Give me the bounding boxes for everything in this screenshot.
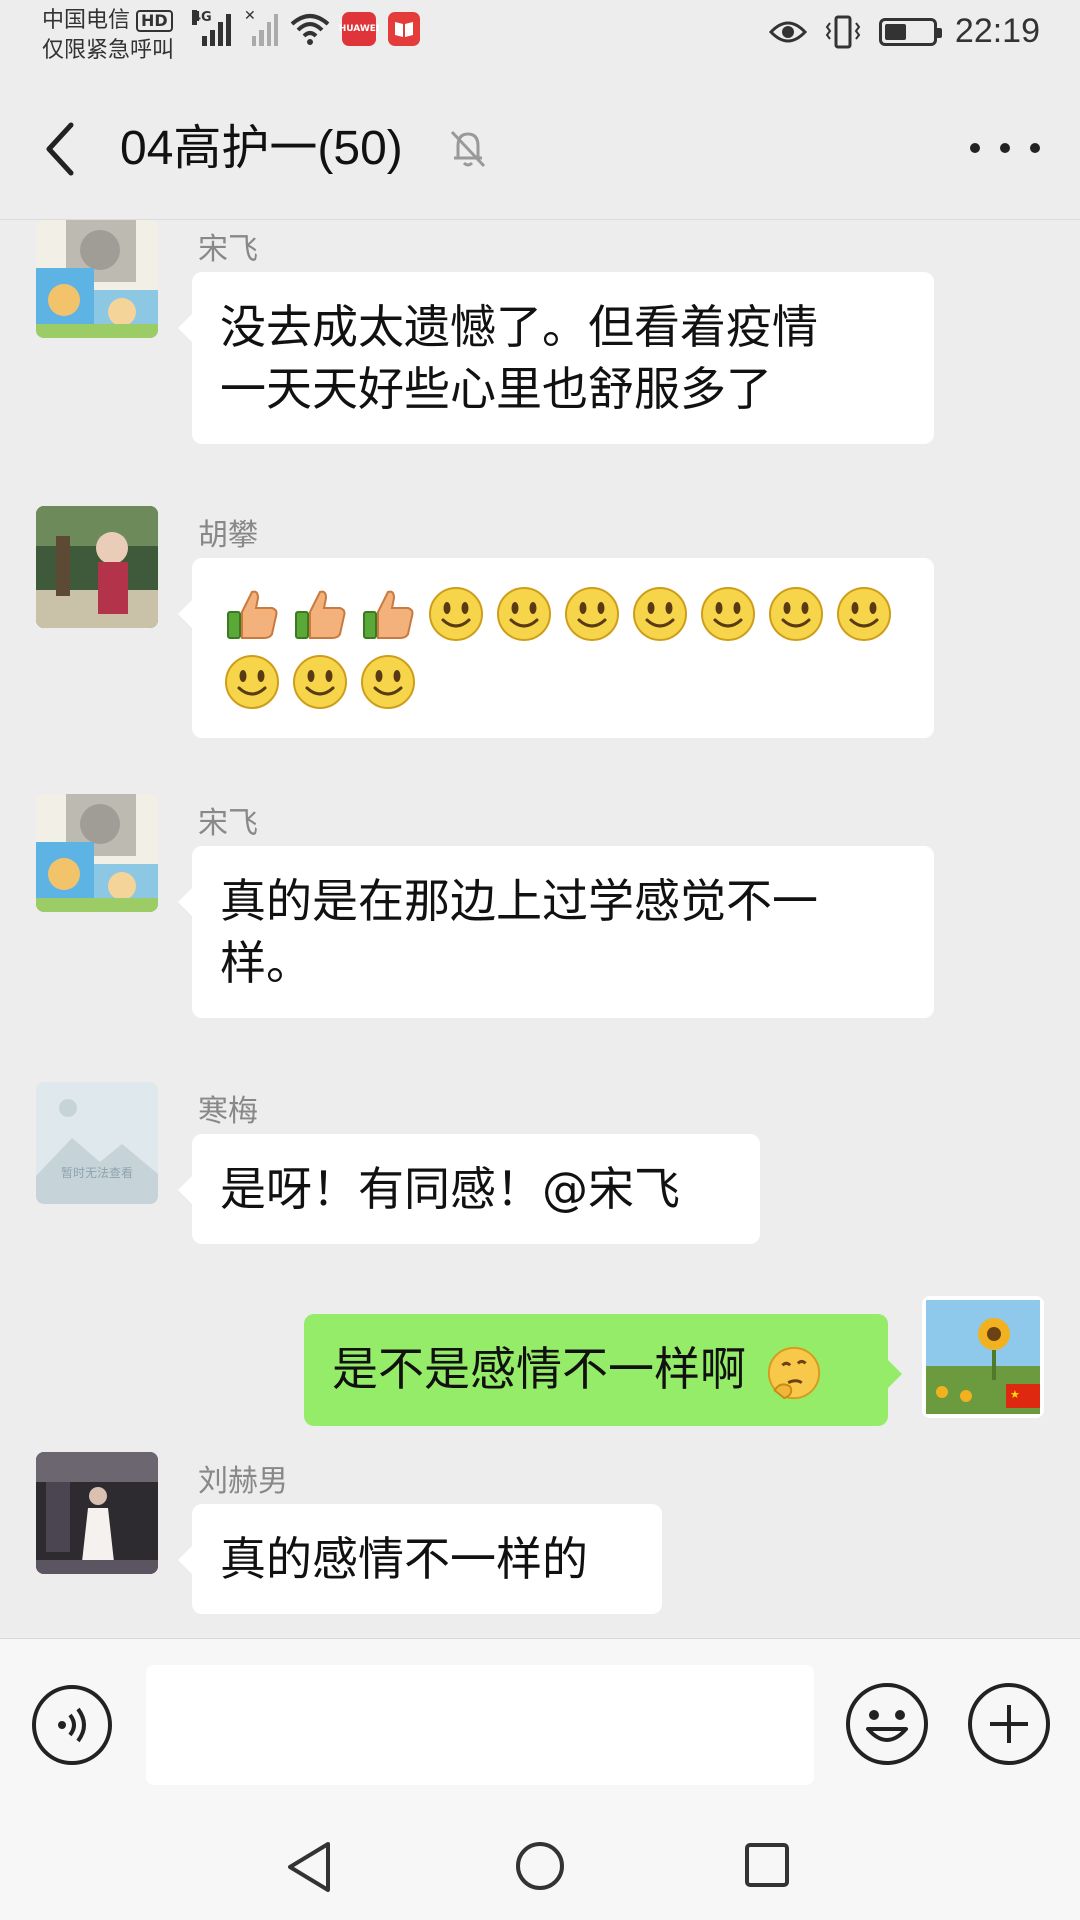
eye-comfort-icon xyxy=(768,21,807,42)
carrier-block: 中国电信 HD 仅限紧急呼叫 xyxy=(42,6,192,66)
signal-4g-icon: 4G xyxy=(192,10,232,46)
battery-icon xyxy=(878,17,942,46)
nav-home-icon[interactable] xyxy=(514,1840,566,1892)
wifi-icon xyxy=(290,14,330,45)
smile-face-icon xyxy=(429,587,483,641)
message-list[interactable]: 宋飞 没去成太遗憾了。但看着疫情 一天天好些心里也舒服多了 胡攀 宋飞 真的是在… xyxy=(0,220,1080,1638)
smile-face-icon xyxy=(293,655,347,709)
smile-face-icon xyxy=(225,655,279,709)
smile-face-icon xyxy=(633,587,687,641)
avatar-self[interactable]: ★ xyxy=(922,1296,1044,1418)
smile-face-icon xyxy=(361,655,415,709)
message-text-line: 一天天好些心里也舒服多了 xyxy=(220,362,772,416)
more-dot xyxy=(1000,143,1010,153)
message-text-line: 样。 xyxy=(220,936,312,990)
emergency-call-label: 仅限紧急呼叫 xyxy=(42,38,175,63)
input-bar xyxy=(0,1638,1080,1810)
huawei-app-icon: HUAWEI xyxy=(339,12,379,46)
mute-bell-icon xyxy=(450,130,486,168)
back-chevron-icon xyxy=(46,122,74,176)
status-left-icons: 4G ✕ HUAWEI xyxy=(192,8,420,46)
avatar[interactable] xyxy=(36,1452,158,1574)
message-text: 真的感情不一样的 xyxy=(220,1532,588,1586)
chat-header: 04高护一(50) xyxy=(0,74,1080,220)
message-text-line: 没去成太遗憾了。但看着疫情 xyxy=(220,300,818,354)
sender-name: 宋飞 xyxy=(198,806,258,841)
reader-app-icon xyxy=(388,12,420,46)
voice-icon[interactable] xyxy=(30,1683,114,1767)
avatar[interactable] xyxy=(36,506,158,628)
thumbs-up-icon xyxy=(363,590,414,639)
vibrate-icon xyxy=(825,15,861,48)
clock: 22:19 xyxy=(954,12,1040,50)
message-bubble[interactable] xyxy=(178,558,934,738)
avatar[interactable] xyxy=(36,794,158,912)
more-options-button[interactable] xyxy=(970,124,1040,172)
thinking-face-icon xyxy=(767,1346,820,1399)
message-input[interactable] xyxy=(146,1665,814,1785)
sender-name: 寒梅 xyxy=(198,1094,258,1129)
network-type-label: 4G xyxy=(192,10,212,25)
smile-face-icon xyxy=(837,587,891,641)
smile-face-icon xyxy=(701,587,755,641)
nav-back-icon[interactable] xyxy=(284,1840,334,1894)
message-bubble[interactable]: 真的是在那边上过学感觉不一 样。 xyxy=(178,846,934,1018)
hd-badge: HD xyxy=(136,10,173,32)
message-bubble[interactable]: 真的感情不一样的 xyxy=(178,1504,662,1614)
carrier-name: 中国电信 xyxy=(42,8,131,33)
sender-name: 宋飞 xyxy=(198,232,258,267)
message-text: 是呀！有同感！@宋飞 xyxy=(220,1162,680,1216)
message-bubble-self[interactable]: 是不是感情不一样啊 xyxy=(304,1314,902,1426)
status-right-icons: 22:19 xyxy=(768,12,1040,51)
back-button[interactable] xyxy=(30,114,90,184)
smile-face-icon xyxy=(497,587,551,641)
emoji-row xyxy=(222,584,912,712)
sender-name: 刘赫男 xyxy=(198,1464,288,1499)
signal-no-service-icon: ✕ xyxy=(244,8,278,46)
status-bar: 中国电信 HD 仅限紧急呼叫 4G ✕ HUAWEI 22:19 xyxy=(0,0,1080,74)
avatar-placeholder-text: 暂时无法查看 xyxy=(60,1166,133,1180)
plus-circle-icon[interactable] xyxy=(966,1681,1052,1767)
message-bubble[interactable]: 没去成太遗憾了。但看着疫情 一天天好些心里也舒服多了 xyxy=(178,272,934,444)
nav-recent-icon[interactable] xyxy=(744,1842,790,1888)
emoji-face-icon[interactable] xyxy=(844,1681,930,1767)
thumbs-up-icon xyxy=(295,590,346,639)
smile-face-icon xyxy=(769,587,823,641)
chat-title: 04高护一(50) xyxy=(120,122,403,175)
smile-face-icon xyxy=(565,587,619,641)
message-text: 是不是感情不一样啊 xyxy=(332,1342,746,1396)
thumbs-up-icon xyxy=(227,590,278,639)
svg-text:★: ★ xyxy=(1010,1388,1020,1401)
more-dot xyxy=(1030,143,1040,153)
avatar[interactable] xyxy=(36,220,158,338)
message-bubble[interactable]: 是呀！有同感！@宋飞 xyxy=(178,1134,760,1244)
sender-name: 胡攀 xyxy=(198,518,258,553)
avatar[interactable]: 暂时无法查看 xyxy=(36,1082,158,1204)
system-nav-bar xyxy=(0,1810,1080,1920)
more-dot xyxy=(970,143,980,153)
message-text-line: 真的是在那边上过学感觉不一 xyxy=(220,874,818,928)
